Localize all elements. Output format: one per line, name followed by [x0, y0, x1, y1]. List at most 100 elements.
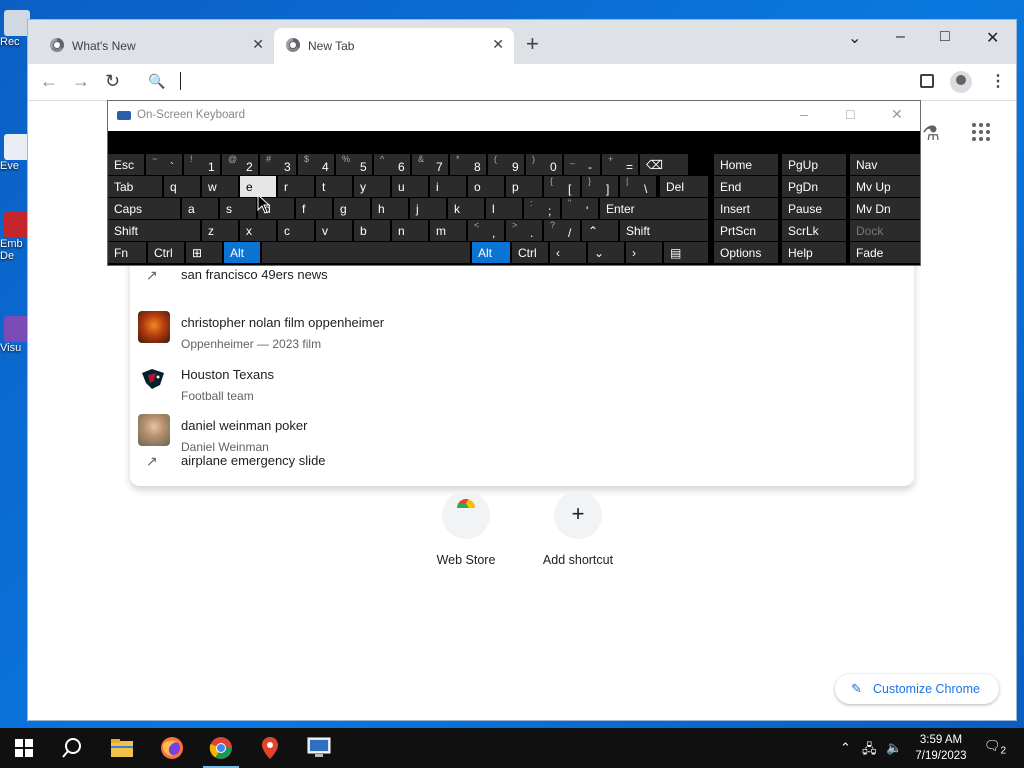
key-help[interactable]: Help — [782, 242, 846, 263]
key-w[interactable]: w — [202, 176, 238, 197]
key-2[interactable]: @2 — [222, 154, 258, 175]
key-mv-dn[interactable]: Mv Dn — [850, 198, 920, 219]
arrow-right-key[interactable]: › — [626, 242, 662, 263]
add-shortcut-button[interactable]: + Add shortcut — [523, 491, 633, 567]
remote-desktop-icon[interactable] — [305, 734, 333, 762]
key-nav[interactable]: Nav — [850, 154, 920, 175]
notification-icon[interactable]: 🗨2 — [984, 738, 1006, 757]
key-a[interactable]: a — [182, 198, 218, 219]
arrow-up-key[interactable]: ⌃ — [582, 220, 618, 241]
key-u[interactable]: u — [392, 176, 428, 197]
key-prtscn[interactable]: PrtScn — [714, 220, 778, 241]
key-enter[interactable]: Enter — [600, 198, 708, 219]
key-z[interactable]: z — [202, 220, 238, 241]
key-j[interactable]: j — [410, 198, 446, 219]
key-esc[interactable]: Esc — [108, 154, 144, 175]
key-4[interactable]: $4 — [298, 154, 334, 175]
reload-button[interactable]: ↻ — [105, 71, 120, 92]
desktop-icon-visual[interactable]: Visu — [0, 316, 30, 354]
back-button[interactable]: ← — [40, 71, 58, 92]
key-l[interactable]: l — [486, 198, 522, 219]
key-punct[interactable]: ? / — [544, 220, 580, 241]
key-7[interactable]: & 7 — [412, 154, 448, 175]
new-tab-button[interactable]: + — [526, 33, 539, 55]
key-i[interactable]: i — [430, 176, 466, 197]
key-dock[interactable]: Dock — [850, 220, 920, 241]
key-n[interactable]: n — [392, 220, 428, 241]
key-bracket[interactable]: {[ — [544, 176, 580, 197]
chrome-icon[interactable] — [203, 734, 239, 768]
menu-key[interactable]: ▤ — [664, 242, 708, 263]
key-t[interactable]: t — [316, 176, 352, 197]
key-y[interactable]: y — [354, 176, 390, 197]
key-6[interactable]: ^ 6 — [374, 154, 410, 175]
volume-muted-icon[interactable]: 🔈 — [886, 740, 902, 756]
labs-icon[interactable]: ⚗ — [922, 121, 940, 146]
suggestion-row[interactable]: daniel weinman poker Daniel Weinman — [130, 398, 914, 454]
key-insert[interactable]: Insert — [714, 198, 778, 219]
desktop-icon-event[interactable]: Eve — [0, 134, 30, 172]
arrow-left-key[interactable]: ‹ — [550, 242, 586, 263]
key--[interactable]: _ - — [564, 154, 600, 175]
key-space[interactable] — [262, 242, 470, 263]
key-1[interactable]: ! 1 — [184, 154, 220, 175]
key-c[interactable]: c — [278, 220, 314, 241]
key-3[interactable]: #3 — [260, 154, 296, 175]
tab-search-icon[interactable]: ⌄ — [848, 28, 861, 48]
key-left-alt[interactable]: Alt — [224, 242, 260, 263]
windows-key[interactable]: ⊞ — [186, 242, 222, 263]
osk-maximize-button[interactable]: □ — [846, 106, 854, 122]
key-caps[interactable]: Caps — [108, 198, 180, 219]
key-o[interactable]: o — [468, 176, 504, 197]
key-home[interactable]: Home — [714, 154, 778, 175]
arrow-down-key[interactable]: ⌄ — [588, 242, 624, 263]
network-icon[interactable]: 🖧 — [862, 740, 877, 762]
key-options[interactable]: Options — [714, 242, 778, 263]
suggestion-row[interactable]: ↗ airplane emergency slide — [130, 453, 914, 483]
key-0[interactable]: ) 0 — [526, 154, 562, 175]
key-q[interactable]: q — [164, 176, 200, 197]
desktop-icon-embedded[interactable]: Emb De — [0, 212, 30, 262]
key-k[interactable]: k — [448, 198, 484, 219]
customize-chrome-button[interactable]: ✎ Customize Chrome — [835, 674, 999, 704]
key-scrlk[interactable]: ScrLk — [782, 220, 846, 241]
key-s[interactable]: s — [220, 198, 256, 219]
key-f[interactable]: f — [296, 198, 332, 219]
key-end[interactable]: End — [714, 176, 778, 197]
key-bracket[interactable]: | \ — [620, 176, 656, 197]
start-icon[interactable] — [10, 734, 38, 762]
side-panel-icon[interactable] — [920, 74, 934, 88]
maximize-button[interactable]: □ — [940, 28, 950, 46]
osk-close-button[interactable]: ✕ — [891, 106, 903, 123]
suggestion-row[interactable]: ↗ san francisco 49ers news — [130, 267, 914, 297]
key-pgdn[interactable]: PgDn — [782, 176, 846, 197]
apps-icon[interactable] — [972, 123, 990, 141]
file-explorer-icon[interactable] — [108, 734, 136, 762]
key-9[interactable]: (9 — [488, 154, 524, 175]
key-pgup[interactable]: PgUp — [782, 154, 846, 175]
key-v[interactable]: v — [316, 220, 352, 241]
key-`[interactable]: ~ ` — [146, 154, 182, 175]
key-fn[interactable]: Fn — [108, 242, 146, 263]
close-tab-icon[interactable]: ✕ — [252, 36, 264, 53]
key-punct[interactable]: :; — [524, 198, 560, 219]
key-punct[interactable]: <, — [468, 220, 504, 241]
key-x[interactable]: x — [240, 220, 276, 241]
key-h[interactable]: h — [372, 198, 408, 219]
key-5[interactable]: % 5 — [336, 154, 372, 175]
search-icon[interactable] — [58, 734, 86, 762]
key-bracket[interactable]: }] — [582, 176, 618, 197]
key-r[interactable]: r — [278, 176, 314, 197]
firefox-icon[interactable] — [158, 734, 186, 762]
shortcut-web-store[interactable]: Web Store — [411, 491, 521, 567]
key-right-ctrl[interactable]: Ctrl — [512, 242, 548, 263]
key-g[interactable]: g — [334, 198, 370, 219]
menu-icon[interactable]: ⋮ — [990, 71, 1006, 91]
key-pause[interactable]: Pause — [782, 198, 846, 219]
key-tab[interactable]: Tab — [108, 176, 162, 197]
key-b[interactable]: b — [354, 220, 390, 241]
key-right-shift[interactable]: Shift — [620, 220, 708, 241]
osk-minimize-button[interactable]: – — [800, 106, 808, 122]
clock[interactable]: 3:59 AM 7/19/2023 — [906, 732, 976, 764]
key-left-shift[interactable]: Shift — [108, 220, 200, 241]
